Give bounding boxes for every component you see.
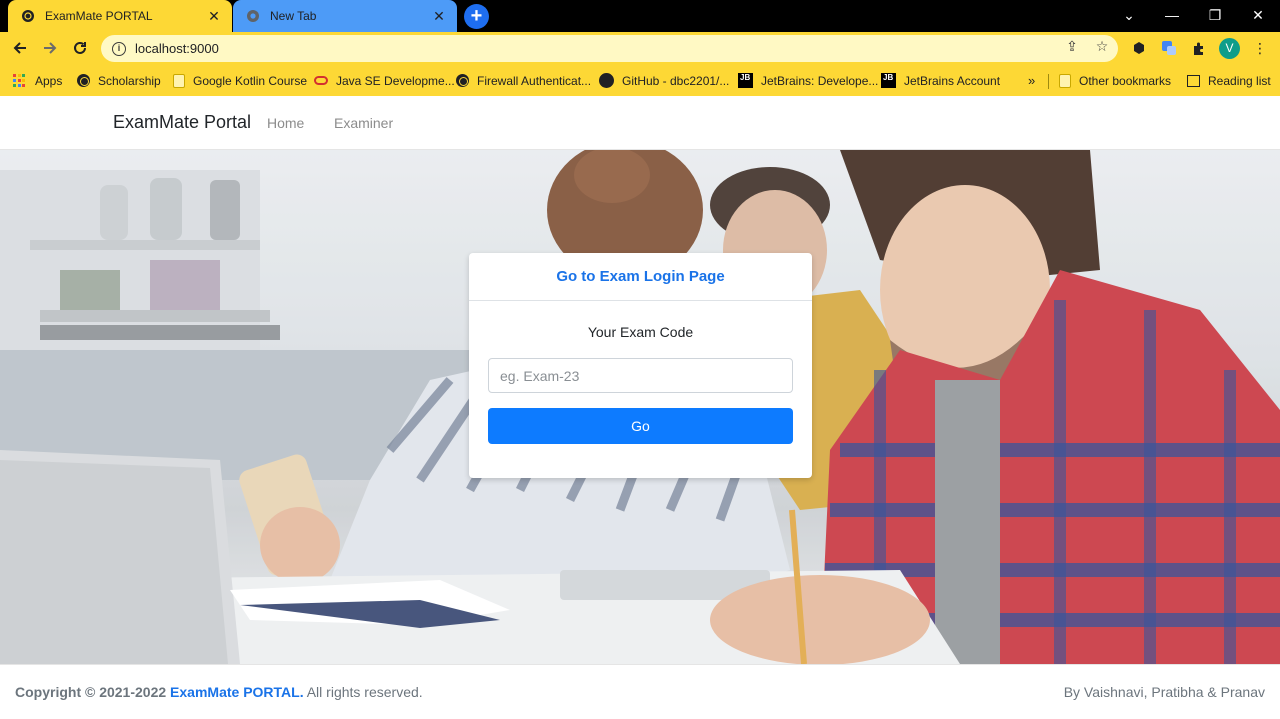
tab-new-tab[interactable]: New Tab ✕ — [233, 0, 457, 32]
bookmark-label: Firewall Authenticat... — [477, 73, 592, 88]
globe-icon — [77, 74, 90, 87]
exam-code-input[interactable] — [488, 358, 793, 393]
close-window-icon[interactable]: ✕ — [1236, 0, 1280, 30]
bookmark-label: Scholarship — [98, 73, 161, 88]
bookmark-label: Apps — [35, 73, 63, 88]
chrome-favicon-icon — [245, 8, 261, 24]
bookmark-label: Reading list — [1208, 73, 1271, 88]
back-arrow-icon[interactable] — [7, 35, 33, 61]
exam-login-card: Go to Exam Login Page Your Exam Code Go — [469, 253, 812, 478]
reload-icon[interactable] — [67, 35, 93, 61]
browser-menu-icon[interactable]: ⋮ — [1251, 39, 1269, 57]
bookmark-jetbrains-developer[interactable]: JB JetBrains: Develope... — [738, 72, 878, 89]
site-navbar: ExamMate Portal Home Examiner — [0, 96, 1280, 150]
new-tab-button[interactable]: + — [464, 4, 489, 29]
card-title: Go to Exam Login Page — [556, 268, 725, 285]
apps-grid-icon — [13, 73, 27, 88]
bookmark-label: Other bookmarks — [1079, 73, 1172, 88]
copyright-text: Copyright © 2021-2022 — [15, 684, 167, 700]
translate-extension-icon[interactable] — [1160, 39, 1178, 57]
nav-link-home[interactable]: Home — [267, 115, 304, 131]
globe-favicon-icon — [20, 8, 36, 24]
minimize-window-icon[interactable]: — — [1150, 0, 1194, 30]
bookmark-jetbrains-account[interactable]: JB JetBrains Account — [881, 72, 1000, 89]
extension-cube-icon[interactable] — [1130, 39, 1148, 57]
bookmark-apps[interactable]: Apps — [13, 72, 62, 89]
bookmark-scholarship[interactable]: Scholarship — [77, 72, 161, 89]
folder-icon — [1059, 73, 1071, 88]
profile-avatar[interactable]: V — [1219, 38, 1240, 59]
globe-icon — [456, 74, 469, 87]
address-bar[interactable]: i localhost:9000 — [101, 35, 1118, 62]
jetbrains-icon: JB — [738, 73, 753, 88]
site-footer: Copyright © 2021-2022 ExamMate PORTAL. A… — [0, 664, 1280, 719]
share-icon[interactable]: ⇪ — [1063, 37, 1081, 55]
bookmark-label: GitHub - dbc2201/... — [622, 73, 730, 88]
exam-code-label: Your Exam Code — [587, 324, 694, 340]
bookmark-firewall-authentication[interactable]: Firewall Authenticat... — [456, 72, 591, 89]
oracle-icon — [314, 76, 328, 85]
nav-link-examiner[interactable]: Examiner — [334, 115, 393, 131]
card-header: Go to Exam Login Page — [469, 253, 812, 301]
browser-tab-strip: ExamMate PORTAL ✕ New Tab ✕ + ⌄ — ❐ ✕ — [0, 0, 1280, 32]
forward-arrow-icon[interactable] — [37, 35, 63, 61]
site-info-icon[interactable]: i — [112, 41, 126, 56]
bookmarks-overflow-chevron-icon[interactable]: » — [1028, 72, 1035, 89]
jetbrains-icon: JB — [881, 73, 896, 88]
footer-brand-link[interactable]: ExamMate PORTAL. — [170, 684, 304, 700]
bookmark-star-icon[interactable]: ☆ — [1093, 37, 1111, 55]
restore-window-icon[interactable]: ❐ — [1193, 0, 1237, 30]
bookmark-java-se[interactable]: Java SE Developme... — [314, 72, 455, 89]
url-text: localhost:9000 — [135, 41, 219, 56]
extensions-puzzle-icon[interactable] — [1190, 39, 1208, 57]
navbar-brand[interactable]: ExamMate Portal — [113, 112, 251, 133]
go-button[interactable]: Go — [488, 408, 793, 444]
tab-title: New Tab — [270, 9, 317, 23]
folder-icon — [173, 73, 185, 88]
tab-exammate-portal[interactable]: ExamMate PORTAL ✕ — [8, 0, 232, 32]
bookmarks-divider — [1048, 74, 1049, 89]
bookmark-label: JetBrains: Develope... — [761, 73, 879, 88]
bookmarks-bar: Apps Scholarship Google Kotlin Course Ja… — [0, 65, 1280, 96]
footer-credits: By Vaishnavi, Pratibha & Pranav — [1063, 684, 1265, 700]
browser-toolbar: i localhost:9000 ⇪ ☆ V ⋮ — [0, 32, 1280, 65]
footer-copyright: Copyright © 2021-2022 ExamMate PORTAL. A… — [15, 684, 423, 700]
github-icon — [599, 73, 614, 88]
reading-list-icon — [1187, 74, 1200, 87]
reading-list[interactable]: Reading list — [1187, 72, 1271, 89]
bookmark-github[interactable]: GitHub - dbc2201/... — [599, 72, 729, 89]
bookmark-label: Google Kotlin Course — [193, 73, 308, 88]
bookmark-label: Java SE Developme... — [336, 73, 455, 88]
bookmark-google-kotlin-course[interactable]: Google Kotlin Course — [173, 72, 307, 89]
bookmark-other-bookmarks[interactable]: Other bookmarks — [1059, 72, 1171, 89]
tab-search-chevron-icon[interactable]: ⌄ — [1107, 0, 1151, 30]
close-tab-icon[interactable]: ✕ — [431, 8, 447, 24]
rights-text: All rights reserved. — [306, 684, 423, 700]
close-tab-icon[interactable]: ✕ — [206, 8, 222, 24]
tab-title: ExamMate PORTAL — [45, 9, 153, 23]
bookmark-label: JetBrains Account — [904, 73, 1001, 88]
